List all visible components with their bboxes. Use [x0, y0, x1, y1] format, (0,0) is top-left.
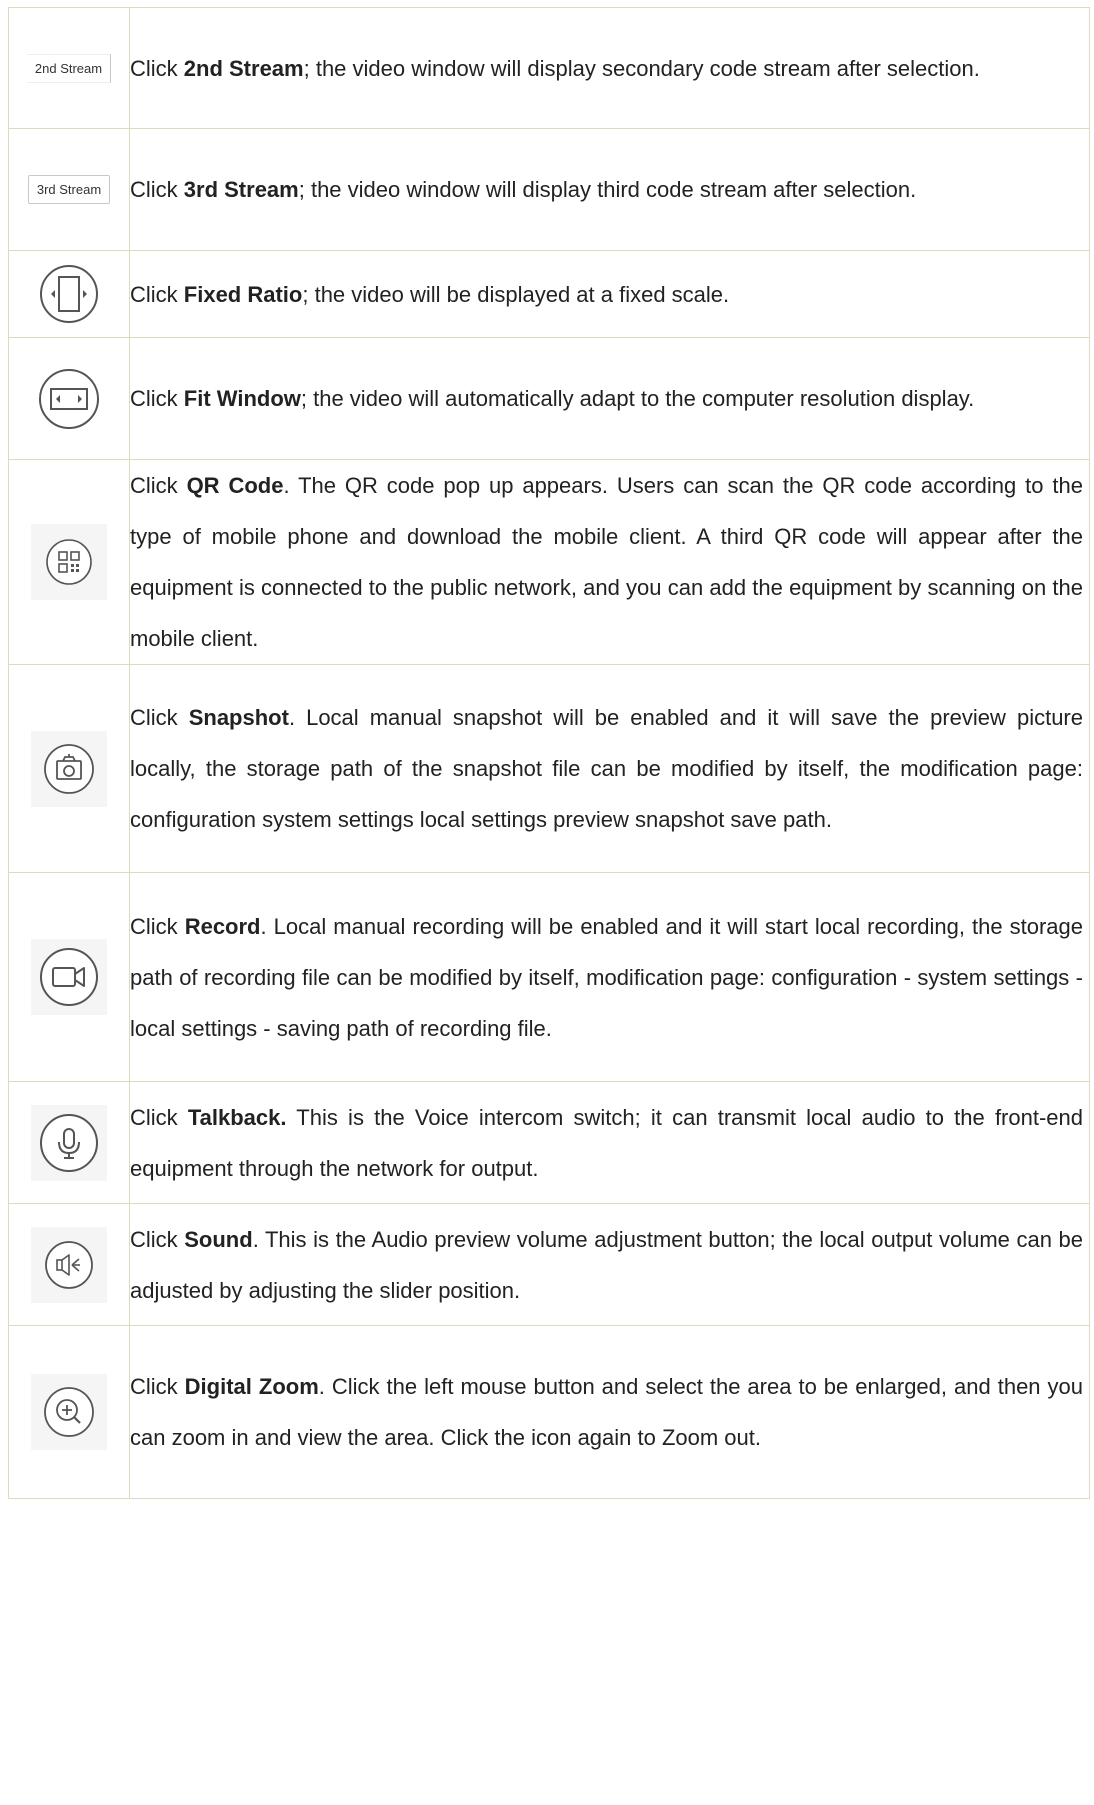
microphone-icon[interactable] — [31, 1104, 107, 1181]
description-prefix: Click — [130, 386, 184, 411]
table-row: Click Snapshot. Local manual snapshot wi… — [8, 664, 1090, 873]
description-text: . The QR code pop up appears. Users can … — [130, 473, 1083, 651]
record-video-icon[interactable] — [31, 939, 107, 1015]
3rd-stream-button[interactable]: 3rd Stream — [27, 175, 111, 204]
table-row: Click QR Code. The QR code pop up appear… — [8, 459, 1090, 665]
description-cell: Click Snapshot. Local manual snapshot wi… — [129, 664, 1090, 873]
feature-name: 2nd Stream — [183, 55, 304, 81]
icon-cell — [8, 337, 130, 460]
table-row: Click Fit Window; the video will automat… — [8, 337, 1090, 460]
speaker-icon[interactable] — [31, 1226, 107, 1303]
icon-cell — [8, 1325, 130, 1499]
description-cell: Click Record. Local manual recording wil… — [129, 872, 1090, 1082]
icon-cell — [8, 664, 130, 873]
feature-name: Fit Window — [183, 386, 301, 411]
icon-cell — [8, 1203, 130, 1326]
feature-name: Digital Zoom — [184, 1374, 319, 1399]
fixed-ratio-icon[interactable] — [31, 256, 107, 332]
description-cell: Click QR Code. The QR code pop up appear… — [129, 459, 1090, 665]
table-row: Click Fixed Ratio; the video will be dis… — [8, 250, 1090, 338]
feature-name: Snapshot — [188, 705, 289, 730]
description-cell: Click Fixed Ratio; the video will be dis… — [129, 250, 1090, 338]
description-prefix: Click — [130, 913, 185, 939]
description-text: ; the video will automatically adapt to … — [300, 386, 975, 411]
description-cell: Click 3rd Stream; the video window will … — [129, 128, 1090, 251]
qr-code-icon[interactable] — [31, 524, 107, 600]
icon-cell — [8, 1081, 130, 1204]
table-row: 2nd Stream Click 2nd Stream; the video w… — [8, 7, 1090, 129]
icon-cell — [8, 459, 130, 665]
icon-cell — [8, 250, 130, 338]
table-row: Click Record. Local manual recording wil… — [8, 872, 1090, 1082]
feature-name: 3rd Stream — [183, 177, 299, 202]
description-cell: Click Sound. This is the Audio preview v… — [129, 1203, 1090, 1326]
feature-name: Fixed Ratio — [183, 281, 303, 307]
description-cell: Click Talkback. This is the Voice interc… — [129, 1081, 1090, 1204]
description-text: ; the video window will display third co… — [298, 177, 917, 202]
feature-name: Record — [184, 913, 261, 939]
icon-cell: 2nd Stream — [8, 7, 130, 129]
2nd-stream-button[interactable]: 2nd Stream — [26, 53, 112, 83]
description-text: ; the video will be displayed at a fixed… — [302, 281, 730, 307]
description-text: . Local manual recording will be enabled… — [130, 913, 1083, 1041]
feature-name: Sound — [184, 1226, 253, 1252]
description-prefix: Click — [130, 1104, 188, 1130]
feature-name: QR Code — [186, 473, 284, 498]
description-prefix: Click — [130, 1226, 185, 1252]
description-text: . This is the Audio preview volume adjus… — [130, 1226, 1083, 1303]
icon-cell — [8, 872, 130, 1082]
description-prefix: Click — [130, 55, 184, 81]
feature-name: Talkback. — [187, 1104, 287, 1130]
fit-window-icon[interactable] — [31, 361, 107, 437]
table-row: Click Sound. This is the Audio preview v… — [8, 1203, 1090, 1326]
table-row: 3rd Stream Click 3rd Stream; the video w… — [8, 128, 1090, 251]
description-text: ; the video window will display secondar… — [303, 55, 980, 81]
description-prefix: Click — [130, 281, 184, 307]
icon-description-table: 2nd Stream Click 2nd Stream; the video w… — [8, 7, 1090, 1499]
description-prefix: Click — [130, 177, 184, 202]
description-cell: Click Digital Zoom. Click the left mouse… — [129, 1325, 1090, 1499]
description-prefix: Click — [130, 1374, 185, 1399]
description-prefix: Click — [130, 705, 189, 730]
snapshot-camera-icon[interactable] — [31, 730, 107, 807]
icon-cell: 3rd Stream — [8, 128, 130, 251]
description-cell: Click Fit Window; the video will automat… — [129, 337, 1090, 460]
zoom-in-icon[interactable] — [31, 1374, 107, 1450]
table-row: Click Talkback. This is the Voice interc… — [8, 1081, 1090, 1204]
table-row: Click Digital Zoom. Click the left mouse… — [8, 1325, 1090, 1499]
description-prefix: Click — [130, 473, 187, 498]
description-cell: Click 2nd Stream; the video window will … — [129, 7, 1090, 129]
